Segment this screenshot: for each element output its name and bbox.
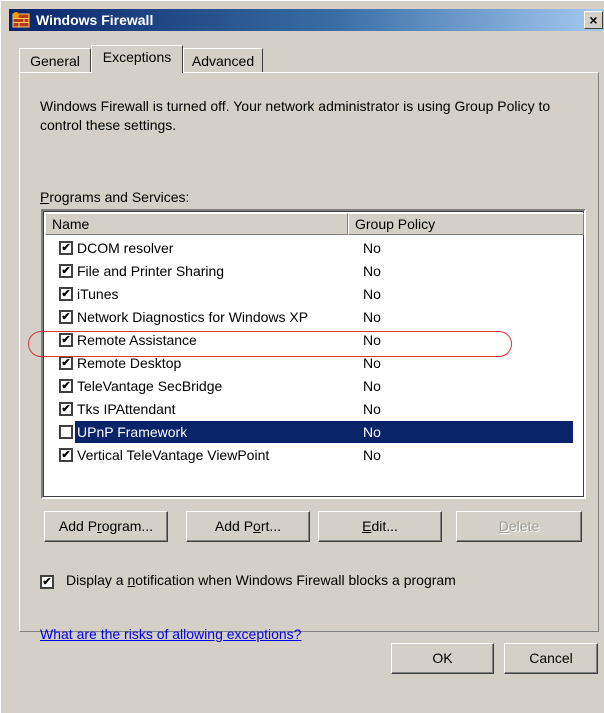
row-checkbox[interactable]: ✔ [59,448,73,462]
program-name: UPnP Framework [77,424,188,440]
program-name: TeleVantage SecBridge [77,378,223,394]
row-checkbox[interactable]: ✔ [59,241,73,255]
programs-list[interactable]: Name Group Policy ✔ DCOM resolver No ✔ F… [41,209,586,499]
tab-label: General [30,53,80,69]
list-header: Name Group Policy [45,213,584,235]
list-item[interactable]: ✔ Vertical TeleVantage ViewPoint No [59,444,559,466]
notification-checkbox[interactable]: ✔ [40,575,54,589]
exceptions-panel: Windows Firewall is turned off. Your net… [19,72,599,642]
list-item[interactable]: ✔ File and Printer Sharing No [59,260,559,282]
window-title: Windows Firewall [36,12,154,28]
close-icon: × [589,12,598,28]
notification-label: Display a notification when Windows Fire… [66,572,456,588]
add-program-button[interactable]: Add Program... [44,511,168,542]
list-item[interactable]: ✔ iTunes No [59,283,559,305]
list-item[interactable]: ✔ Tks IPAttendant No [59,398,559,420]
edit-button[interactable]: Edit... [318,511,442,542]
tab-exceptions[interactable]: Exceptions [91,45,183,73]
group-policy-value: No [363,447,381,463]
row-checkbox[interactable]: ✔ [59,356,73,370]
group-policy-value: No [363,263,381,279]
cancel-button[interactable]: Cancel [504,643,598,674]
list-item[interactable]: ✔ Remote Assistance No [59,329,559,351]
column-header-group-policy[interactable]: Group Policy [348,213,584,235]
group-policy-value: No [363,286,381,302]
row-checkbox[interactable]: ✔ [59,402,73,416]
tab-label: Exceptions [102,49,172,65]
column-header-name[interactable]: Name [45,213,348,235]
group-policy-value: No [363,401,381,417]
program-name: Network Diagnostics for Windows XP [77,309,309,325]
programs-services-label: Programs and Services: [40,189,190,205]
row-checkbox[interactable]: ✔ [59,310,73,324]
firewall-window: Windows Firewall × General Exceptions Ad… [0,0,604,713]
list-item[interactable]: ✔ Network Diagnostics for Windows XP No [59,306,559,328]
group-policy-value: No [363,378,381,394]
title-bar[interactable]: Windows Firewall × [9,9,604,31]
tab-general[interactable]: General [19,48,91,72]
row-checkbox[interactable]: ✔ [59,379,73,393]
program-name: Remote Assistance [77,332,197,348]
row-checkbox[interactable]: ✔ [59,333,73,347]
program-name: DCOM resolver [77,240,174,256]
list-item[interactable]: ✔ DCOM resolver No [59,237,559,259]
add-port-button[interactable]: Add Port... [186,511,310,542]
program-name: Vertical TeleVantage ViewPoint [77,447,270,463]
group-policy-value: No [363,424,381,440]
group-policy-value: No [363,355,381,371]
program-name: Remote Desktop [77,355,182,371]
group-policy-value: No [363,309,381,325]
list-item[interactable]: ✔ Remote Desktop No [59,352,559,374]
row-checkbox[interactable] [59,425,73,439]
ok-button[interactable]: OK [391,643,494,674]
tab-advanced[interactable]: Advanced [183,48,263,72]
row-checkbox[interactable]: ✔ [59,287,73,301]
risks-link[interactable]: What are the risks of allowing exception… [40,626,301,642]
program-name: File and Printer Sharing [77,263,225,279]
list-item-selected[interactable]: UPnP Framework No [59,421,573,443]
policy-info-text: Windows Firewall is turned off. Your net… [40,98,551,133]
program-name: iTunes [77,286,119,302]
close-button[interactable]: × [584,11,603,29]
group-policy-value: No [363,332,381,348]
delete-button: Delete [456,511,582,542]
row-checkbox[interactable]: ✔ [59,264,73,278]
firewall-icon [12,12,30,28]
program-name: Tks IPAttendant [77,401,176,417]
tab-label: Advanced [191,53,255,69]
group-policy-value: No [363,240,381,256]
list-item[interactable]: ✔ TeleVantage SecBridge No [59,375,559,397]
